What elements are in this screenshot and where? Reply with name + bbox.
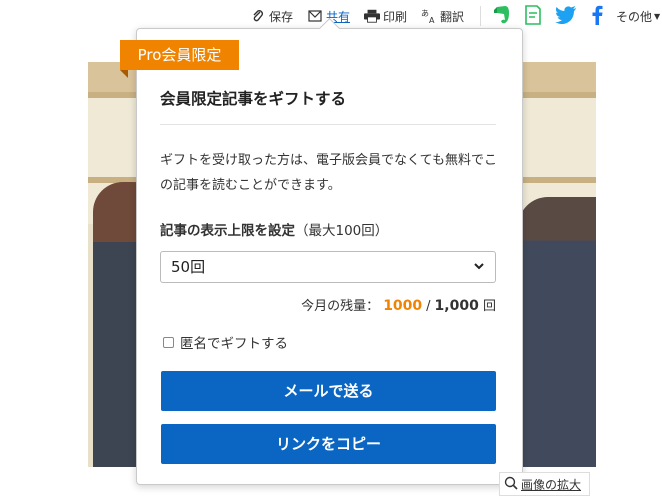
gift-description: ギフトを受け取った方は、電子版会員でなくても無料でこの記事を読むことができます。 <box>160 153 497 193</box>
photo-person-right <box>518 197 596 467</box>
article-toolbar: 保存 共有 印刷 あA 翻訳 <box>250 4 478 28</box>
anonymous-gift-option[interactable]: 匿名でギフトする <box>163 332 288 352</box>
view-limit-value: 50回 <box>171 258 206 276</box>
remaining-current: 1000 <box>383 298 423 314</box>
print-tool[interactable]: 印刷 <box>364 8 407 25</box>
copy-link-button[interactable]: リンクをコピー <box>161 424 496 464</box>
memo-icon[interactable] <box>521 3 545 27</box>
envelope-icon <box>307 8 323 24</box>
translate-tool[interactable]: あA 翻訳 <box>421 8 464 25</box>
view-limit-label: 記事の表示上限を設定（最大100回） <box>160 219 388 239</box>
svg-text:あ: あ <box>421 9 429 18</box>
printer-icon <box>364 8 381 24</box>
remaining-quota: 今月の残量： 1000/1,000 回 <box>301 295 496 314</box>
facebook-icon[interactable] <box>585 3 609 27</box>
paperclip-icon <box>250 8 266 24</box>
remaining-label: 今月の残量： <box>301 299 380 314</box>
svg-text:A: A <box>429 16 435 24</box>
remaining-slash: / <box>426 299 431 314</box>
magnifier-icon <box>504 476 518 493</box>
other-label: その他 <box>616 10 653 24</box>
view-limit-select[interactable]: 50回 <box>160 251 496 283</box>
twitter-icon[interactable] <box>554 3 578 27</box>
send-email-button[interactable]: メールで送る <box>161 371 496 411</box>
view-limit-label-main: 記事の表示上限を設定 <box>160 223 295 239</box>
print-label: 印刷 <box>383 9 408 24</box>
pro-member-badge: Pro会員限定 <box>120 40 239 70</box>
caret-down-icon: ▼ <box>654 12 661 21</box>
other-menu[interactable]: その他 ▼ <box>616 8 660 25</box>
remaining-unit: 回 <box>482 299 496 314</box>
translate-icon: あA <box>421 8 437 24</box>
chevron-down-icon <box>473 252 485 292</box>
title-divider <box>160 124 496 125</box>
image-zoom-label: 画像の拡大 <box>521 477 582 492</box>
view-limit-note: （最大100回） <box>295 223 389 239</box>
save-tool[interactable]: 保存 <box>250 8 293 25</box>
anonymous-checkbox[interactable] <box>163 336 174 348</box>
translate-label: 翻訳 <box>440 9 465 24</box>
remaining-total: 1,000 <box>434 298 479 314</box>
popup-title: 会員限定記事をギフトする <box>160 90 347 108</box>
toolbar-divider <box>480 6 481 26</box>
save-label: 保存 <box>269 9 294 24</box>
anonymous-label: 匿名でギフトする <box>180 336 288 352</box>
evernote-icon[interactable] <box>490 3 514 27</box>
badge-fold <box>120 70 128 78</box>
image-zoom-link[interactable]: 画像の拡大 <box>499 472 591 496</box>
